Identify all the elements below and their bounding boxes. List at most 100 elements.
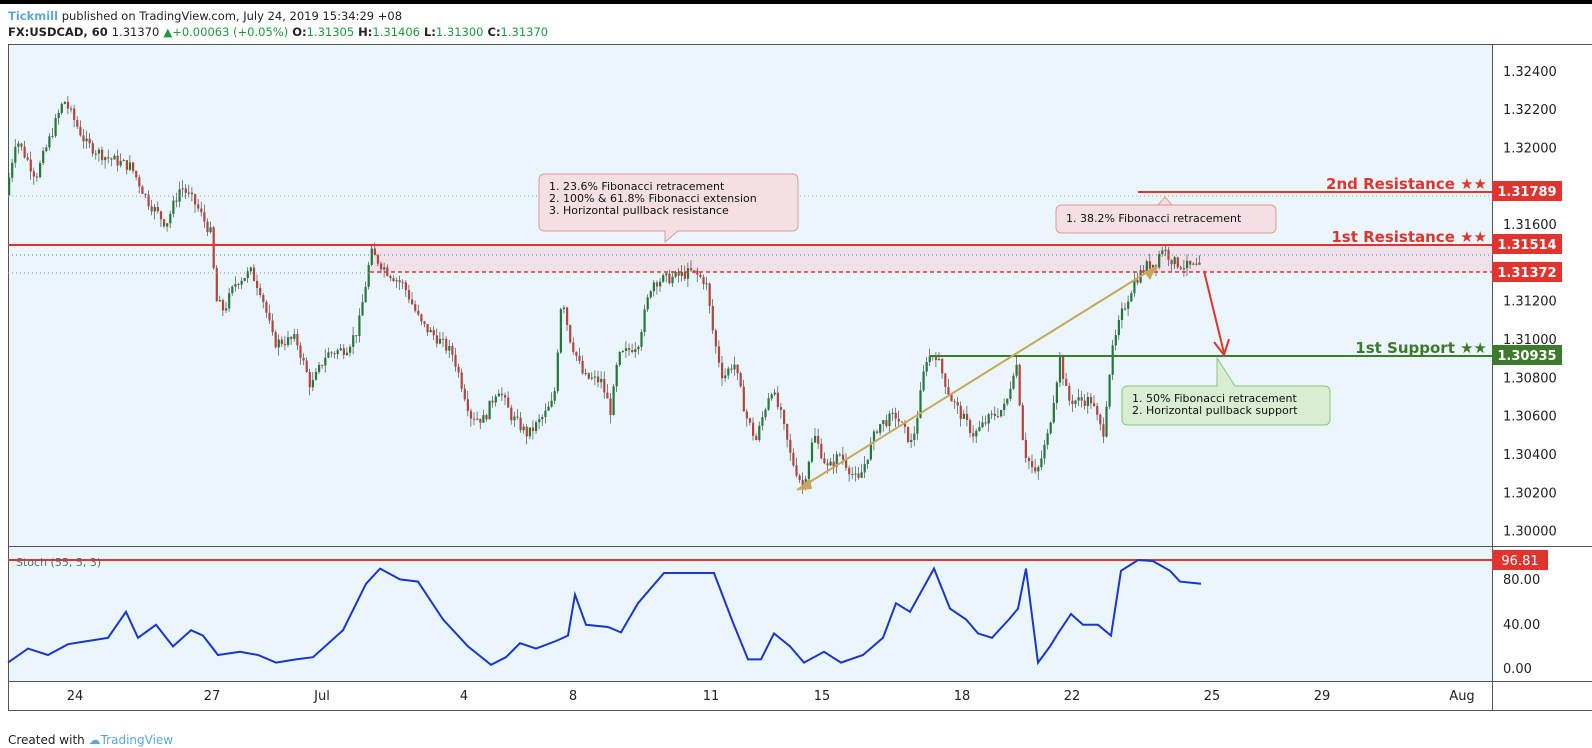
candle: [500, 393, 504, 396]
candle: [442, 338, 445, 340]
candle: [367, 264, 370, 287]
candle: [879, 424, 882, 433]
candle: [35, 176, 39, 178]
candle: [206, 221, 209, 233]
price-tick-9: 1.30200: [1503, 486, 1557, 501]
candle: [333, 353, 336, 355]
candle: [1198, 262, 1201, 265]
candle: [938, 359, 941, 361]
resistance-zone: [370, 246, 1492, 272]
chart[interactable]: 1. 23.6% Fibonacci retracement 2. 100% &…: [0, 0, 1592, 748]
support-1-tag: 1.30935: [1492, 345, 1562, 365]
candle: [296, 334, 299, 346]
time-axis[interactable]: 24 27 Jul 4 8 11 15 18 22 25 29 Aug: [67, 689, 1475, 704]
candle: [1127, 301, 1130, 309]
candle: [494, 396, 497, 403]
stoch-pane[interactable]: [8, 547, 1492, 681]
candle: [686, 268, 690, 279]
candle: [370, 248, 373, 265]
candle: [448, 345, 451, 351]
candle: [305, 360, 308, 372]
candle: [463, 388, 466, 400]
candle: [1176, 257, 1179, 268]
price-tick-2: 1.32000: [1503, 141, 1557, 156]
time-tick-5: 11: [703, 689, 720, 704]
price-axis[interactable]: 1.324001.322001.320001.316001.312001.310…: [1503, 65, 1557, 540]
candle: [593, 376, 597, 378]
candle: [566, 307, 569, 326]
candle: [621, 351, 624, 353]
candle: [538, 419, 541, 423]
candle: [993, 413, 996, 416]
candle: [122, 160, 125, 162]
candle: [978, 427, 981, 431]
candle: [748, 418, 752, 423]
candle: [1136, 279, 1139, 283]
candle: [32, 171, 35, 177]
candle: [885, 420, 888, 427]
candle: [271, 320, 274, 333]
candle: [990, 413, 993, 415]
candle: [166, 223, 169, 227]
stoch-tick-40: 40.00: [1503, 618, 1540, 633]
current-price-tag: 1.31372: [1492, 262, 1562, 282]
candle: [482, 415, 485, 423]
candle: [1105, 406, 1108, 437]
candle: [562, 307, 566, 310]
candle: [153, 207, 156, 212]
candle: [466, 399, 469, 411]
price-tick-7: 1.30600: [1503, 410, 1557, 425]
candle: [519, 417, 522, 431]
candle: [1071, 400, 1074, 404]
candle: [1080, 397, 1083, 401]
time-tick-0: 24: [67, 689, 84, 704]
candle: [699, 274, 702, 277]
tradingview-link[interactable]: TradingView: [101, 733, 174, 747]
candle: [66, 101, 70, 109]
candle: [73, 108, 76, 121]
candle: [1182, 268, 1186, 270]
candle: [352, 335, 355, 347]
candle: [876, 431, 879, 433]
annotation-3-line-2: 2. Horizontal pullback support: [1132, 404, 1298, 417]
candle: [1003, 403, 1006, 410]
candle: [345, 352, 349, 355]
candle: [110, 158, 113, 160]
price-tick-0: 1.32400: [1503, 65, 1557, 80]
candle: [221, 300, 225, 311]
candle: [572, 342, 575, 352]
candle: [45, 147, 48, 151]
candle: [8, 177, 11, 196]
candle: [817, 435, 820, 444]
candle: [1034, 467, 1037, 472]
candle: [528, 427, 531, 437]
candle: [531, 427, 535, 432]
candle: [243, 277, 246, 281]
candle: [724, 375, 727, 379]
candle: [417, 310, 420, 315]
candle: [327, 352, 330, 358]
candle: [603, 378, 606, 393]
candle: [717, 346, 721, 363]
candle: [163, 219, 166, 227]
candle: [330, 352, 333, 354]
candle: [17, 143, 20, 147]
candle: [299, 345, 302, 358]
candle: [246, 271, 249, 278]
stoch-axis[interactable]: 80.00 40.00 0.00: [1503, 573, 1540, 677]
candle: [553, 391, 556, 401]
candle: [175, 200, 178, 202]
candle: [429, 329, 432, 333]
candle: [218, 300, 221, 302]
candle: [314, 371, 318, 380]
candle: [1089, 396, 1093, 404]
candle: [488, 400, 491, 420]
price-tick-10: 1.30000: [1503, 525, 1557, 540]
candle: [156, 207, 159, 212]
candle: [376, 255, 380, 264]
candle: [758, 425, 761, 441]
candle: [432, 329, 435, 336]
price-tick-1: 1.32200: [1503, 103, 1557, 118]
price-pane[interactable]: [8, 44, 1492, 546]
candle: [711, 305, 714, 331]
